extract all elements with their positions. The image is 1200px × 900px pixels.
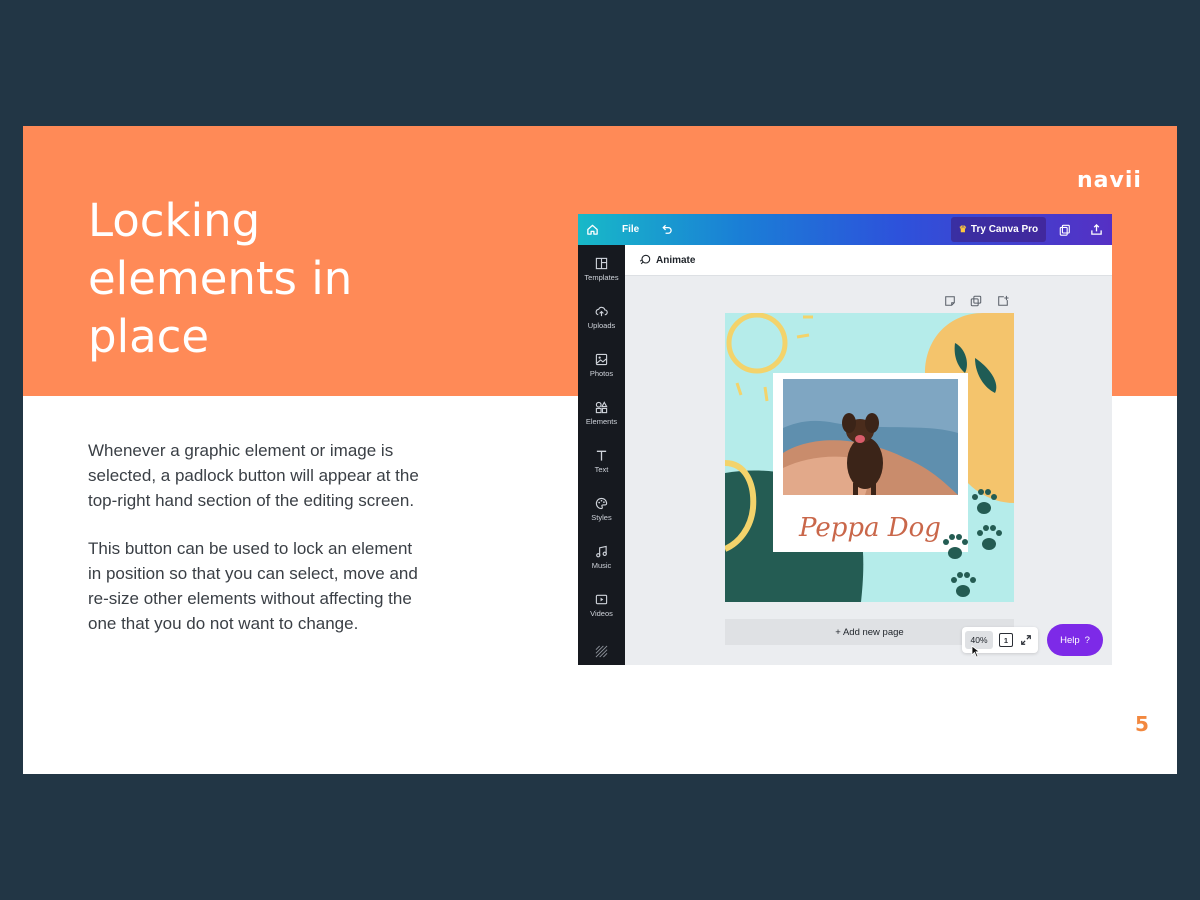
design-caption: Peppa Dog (798, 513, 941, 543)
sidebar-item-photos[interactable]: Photos (578, 341, 625, 389)
sidebar-item-uploads[interactable]: Uploads (578, 293, 625, 341)
try-canva-pro-label: Try Canva Pro (970, 224, 1039, 235)
help-button[interactable]: Help ? (1047, 624, 1103, 656)
brand-logo: navii (1077, 168, 1142, 193)
sidebar-item-elements[interactable]: Elements (578, 389, 625, 437)
music-icon (596, 545, 607, 557)
sidebar-label: Elements (585, 416, 618, 426)
templates-icon (595, 257, 608, 269)
title-line-1: Locking (88, 194, 261, 247)
page-count-button[interactable]: 1 (999, 633, 1013, 647)
design-artwork: Peppa Dog (725, 313, 1014, 602)
duplicate-icon[interactable] (970, 295, 982, 307)
editor-sidebar: Templates Uploads Photos Elements Text S… (578, 245, 625, 665)
editor-topbar: File ♛ Try Canva Pro (578, 214, 1112, 245)
editor-screenshot: File ♛ Try Canva Pro Templates Uploads P… (578, 214, 1112, 665)
styles-icon (595, 497, 608, 509)
copy-icon[interactable] (1059, 214, 1073, 245)
note-icon[interactable] (944, 295, 956, 307)
videos-icon (595, 594, 608, 604)
body-paragraph-1: Whenever a graphic element or image is s… (88, 441, 419, 510)
uploads-icon (595, 306, 608, 316)
file-menu-button[interactable]: File (622, 214, 639, 245)
zoom-controls: 40% 1 (962, 627, 1038, 658)
crown-icon: ♛ (958, 224, 967, 234)
design-canvas[interactable]: Peppa Dog (725, 313, 1014, 602)
home-icon[interactable] (586, 214, 600, 245)
title-line-3: place (88, 310, 210, 363)
slide-title: Locking elements in place (88, 192, 508, 366)
pattern-icon (595, 645, 608, 658)
sidebar-item-styles[interactable]: Styles (578, 485, 625, 533)
photos-icon (595, 353, 608, 365)
slide: navii Locking elements in place Whenever… (23, 126, 1177, 774)
sidebar-item-templates[interactable]: Templates (578, 245, 625, 293)
sidebar-item-pattern[interactable] (578, 629, 625, 665)
animate-button[interactable]: Animate (656, 255, 695, 266)
sidebar-label: Templates (584, 272, 619, 282)
editor-subtoolbar: Animate (625, 245, 1112, 276)
help-label: Help (1060, 634, 1080, 646)
add-page-icon[interactable] (997, 295, 1009, 307)
sidebar-item-text[interactable]: Text (578, 437, 625, 485)
animate-icon (639, 254, 651, 265)
sidebar-label: Text (594, 464, 609, 474)
sidebar-label: Photos (589, 368, 614, 378)
slide-body: Whenever a graphic element or image is s… (88, 439, 428, 661)
help-question-icon: ? (1084, 634, 1090, 646)
share-icon[interactable] (1090, 214, 1104, 245)
page-number: 5 (1135, 712, 1149, 736)
title-line-2: elements in (88, 252, 353, 305)
sidebar-label: Uploads (587, 320, 616, 330)
sidebar-item-videos[interactable]: Videos (578, 581, 625, 629)
mouse-cursor-icon (971, 645, 981, 658)
try-canva-pro-button[interactable]: ♛ Try Canva Pro (951, 217, 1046, 242)
sidebar-label: Videos (590, 608, 613, 618)
sidebar-label: Styles (591, 512, 612, 522)
undo-icon[interactable] (660, 214, 674, 245)
text-icon (596, 450, 607, 461)
sidebar-label: Music (591, 560, 612, 570)
body-paragraph-2: This button can be used to lock an eleme… (88, 539, 418, 633)
fullscreen-icon[interactable] (1020, 634, 1032, 646)
elements-icon (595, 400, 608, 413)
sidebar-item-music[interactable]: Music (578, 533, 625, 581)
